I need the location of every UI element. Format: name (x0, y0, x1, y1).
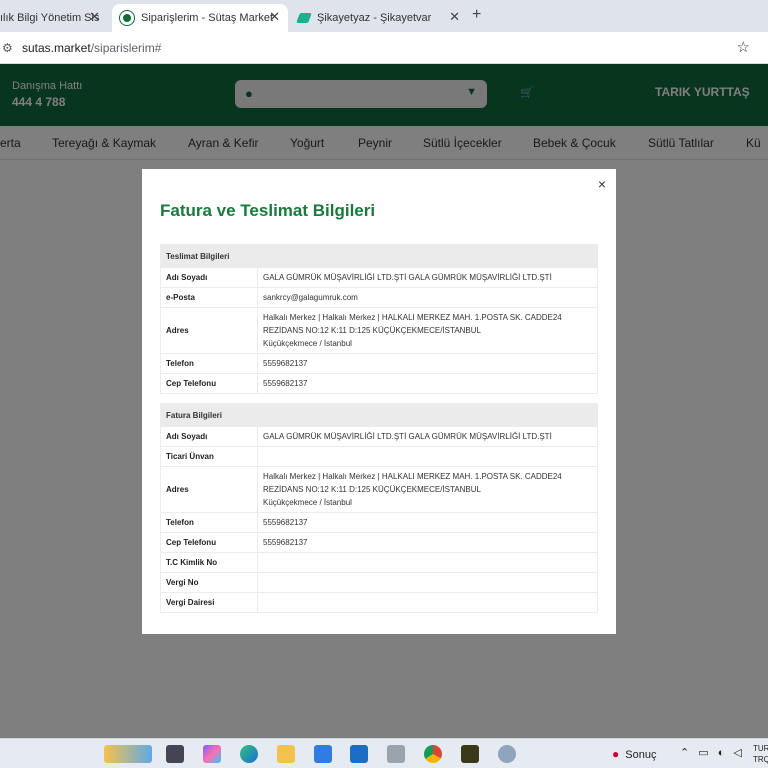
table-row: Adı Soyadı GALA GÜMRÜK MÜŞAVİRLİĞİ LTD.Ş… (160, 426, 598, 447)
close-tab-icon[interactable]: ✕ (269, 10, 280, 24)
app-icon[interactable] (387, 745, 405, 763)
browser-tab[interactable]: Şikayetyaz - Şikayetvar ✕ (292, 4, 468, 32)
field-label: Vergi Dairesi (160, 592, 258, 613)
field-label: Cep Telefonu (160, 532, 258, 553)
table-row: Cep Telefonu 5559682137 (160, 373, 598, 394)
invoice-info-table: Fatura Bilgileri Adı Soyadı GALA GÜMRÜK … (160, 403, 598, 613)
section-header: Fatura Bilgileri (160, 403, 598, 427)
widgets-icon[interactable] (104, 745, 152, 763)
url-path: /siparislerim# (90, 41, 162, 55)
field-label: Telefon (160, 512, 258, 533)
field-label: Adres (160, 466, 258, 513)
tab-title: Siparişlerim - Sütaş Market (141, 12, 274, 24)
tab-title: Şikayetyaz - Şikayetvar (317, 12, 432, 24)
field-value: GALA GÜMRÜK MÜŞAVİRLİĞİ LTD.ŞTİ GALA GÜM… (257, 426, 598, 447)
address-bar[interactable]: ⚙ sutas.market/siparislerim# ☆ (0, 32, 768, 64)
sikayetvar-favicon-icon (296, 13, 312, 23)
table-row: Vergi Dairesi (160, 592, 598, 613)
copilot-icon[interactable] (203, 745, 221, 763)
field-label: Adı Soyadı (160, 426, 258, 447)
weather-icon: ● (612, 747, 620, 761)
lang-line: TUR (753, 744, 768, 753)
field-value (257, 552, 598, 573)
field-label: e-Posta (160, 287, 258, 308)
browser-tab[interactable]: ılık Bilgi Yönetim Sis ✕ (0, 4, 108, 32)
table-row: Ticari Ünvan (160, 446, 598, 467)
address-line: Halkalı Merkez | Halkalı Merkez | HALKAL… (263, 472, 562, 494)
table-row: Cep Telefonu 5559682137 (160, 532, 598, 553)
table-row: e-Posta sankrcy@galagumruk.com (160, 287, 598, 308)
address-line: Halkalı Merkez | Halkalı Merkez | HALKAL… (263, 313, 562, 335)
bookmark-star-icon[interactable]: ☆ (737, 38, 750, 56)
paint-icon[interactable] (498, 745, 516, 763)
file-explorer-icon[interactable] (277, 745, 295, 763)
tab-title: ılık Bilgi Yönetim Sis (0, 12, 100, 24)
task-view-icon[interactable] (166, 745, 184, 763)
field-label: Adres (160, 307, 258, 354)
system-tray[interactable]: ⌃ ▭ ◐ ◁ (680, 746, 745, 759)
field-label: Ticari Ünvan (160, 446, 258, 467)
field-value (257, 592, 598, 613)
field-label: T.C Kimlik No (160, 552, 258, 573)
address-district: Küçükçekmece / İstanbul (263, 498, 352, 507)
close-tab-icon[interactable]: ✕ (449, 10, 460, 24)
url-host: sutas.market (22, 41, 91, 55)
table-row: Adres Halkalı Merkez | Halkalı Merkez | … (160, 307, 598, 354)
browser-tab-active[interactable]: Siparişlerim - Sütaş Market ✕ (112, 4, 288, 32)
field-value: sankrcy@galagumruk.com (257, 287, 598, 308)
new-tab-icon[interactable]: + (472, 6, 481, 24)
table-row: Vergi No (160, 572, 598, 593)
chrome-icon[interactable] (424, 745, 442, 763)
field-value: 5559682137 (257, 353, 598, 374)
close-icon[interactable]: × (598, 176, 606, 192)
table-row: Adı Soyadı GALA GÜMRÜK MÜŞAVİRLİĞİ LTD.Ş… (160, 267, 598, 288)
site-settings-icon[interactable]: ⚙ (2, 41, 13, 55)
screen: ılık Bilgi Yönetim Sis ✕ Siparişlerim - … (0, 0, 768, 768)
table-row: Telefon 5559682137 (160, 512, 598, 533)
field-value: 5559682137 (257, 373, 598, 394)
table-row: T.C Kimlik No (160, 552, 598, 573)
invoice-delivery-modal: × Fatura ve Teslimat Bilgileri Teslimat … (142, 169, 616, 634)
weather-widget[interactable]: ● Sonuç (612, 747, 662, 761)
url-text[interactable]: sutas.market/siparislerim# (22, 41, 161, 55)
mail-icon[interactable] (350, 745, 368, 763)
store-icon[interactable] (314, 745, 332, 763)
field-label: Cep Telefonu (160, 373, 258, 394)
browser-tab-bar: ılık Bilgi Yönetim Sis ✕ Siparişlerim - … (0, 0, 768, 32)
app-icon[interactable] (461, 745, 479, 763)
modal-title: Fatura ve Teslimat Bilgileri (160, 201, 376, 220)
close-tab-icon[interactable]: ✕ (89, 10, 100, 24)
address-district: Küçükçekmece / İstanbul (263, 339, 352, 348)
edge-icon[interactable] (240, 745, 258, 763)
field-value: Halkalı Merkez | Halkalı Merkez | HALKAL… (257, 307, 598, 354)
lang-line: TRQ (753, 755, 768, 764)
field-value (257, 446, 598, 467)
field-label: Adı Soyadı (160, 267, 258, 288)
field-value: GALA GÜMRÜK MÜŞAVİRLİĞİ LTD.ŞTİ GALA GÜM… (257, 267, 598, 288)
field-label: Telefon (160, 353, 258, 374)
field-value (257, 572, 598, 593)
weather-text: Sonuç (625, 749, 657, 761)
field-label: Vergi No (160, 572, 258, 593)
taskbar: ● Sonuç ⌃ ▭ ◐ ◁ TUR TRQ (0, 738, 768, 768)
field-value: 5559682137 (257, 512, 598, 533)
field-value: Halkalı Merkez | Halkalı Merkez | HALKAL… (257, 466, 598, 513)
section-header: Teslimat Bilgileri (160, 244, 598, 268)
table-row: Telefon 5559682137 (160, 353, 598, 374)
field-value: 5559682137 (257, 532, 598, 553)
sutas-favicon-icon (120, 11, 134, 25)
language-indicator[interactable]: TUR TRQ (753, 743, 768, 765)
table-row: Adres Halkalı Merkez | Halkalı Merkez | … (160, 466, 598, 513)
delivery-info-table: Teslimat Bilgileri Adı Soyadı GALA GÜMRÜ… (160, 244, 598, 394)
